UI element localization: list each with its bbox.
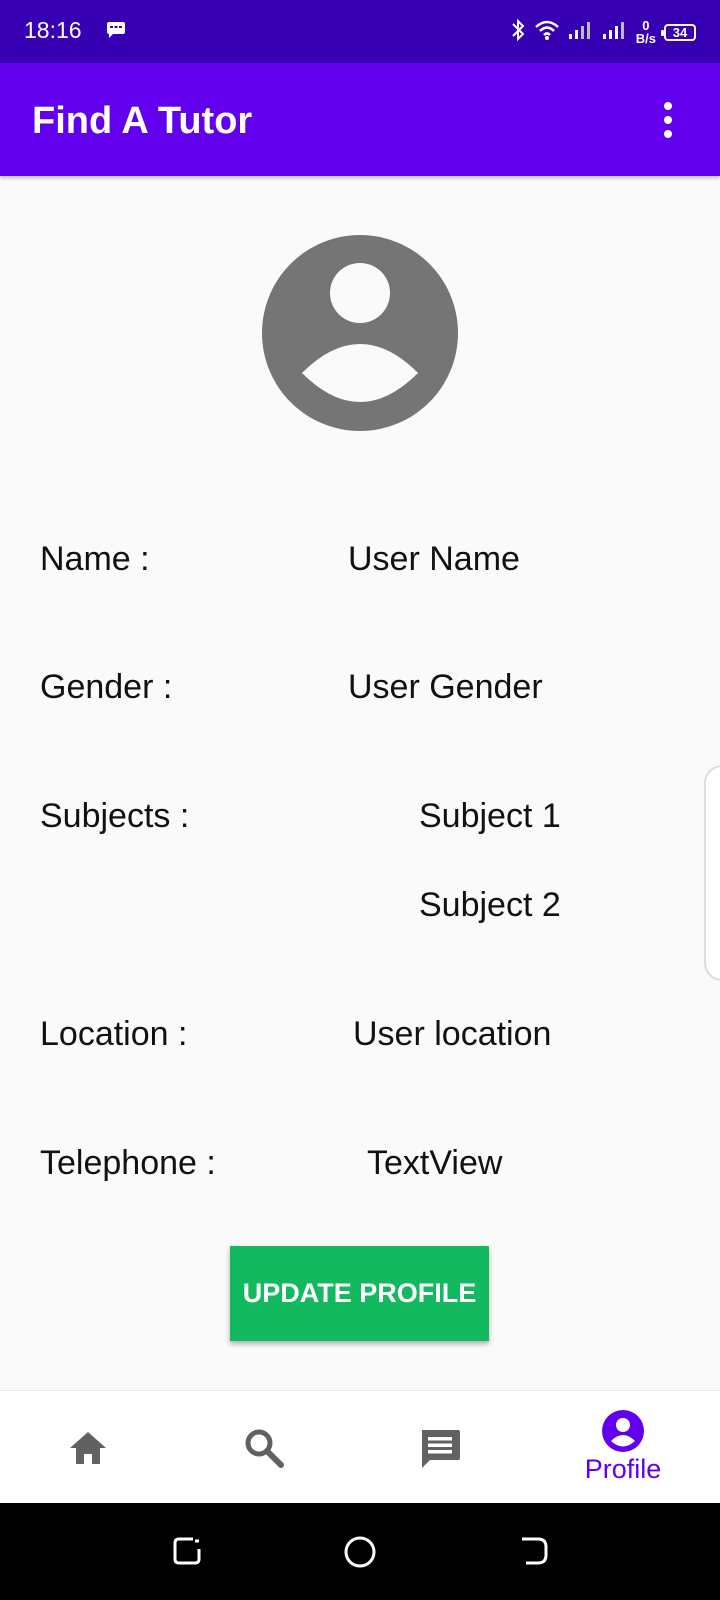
bottom-navigation: Profile bbox=[0, 1390, 720, 1504]
subject-2-value: Subject 2 bbox=[419, 886, 561, 924]
cellular-signal-2-icon bbox=[602, 20, 628, 45]
status-bar: 18:16 0 B/s 34 bbox=[0, 0, 720, 63]
back-icon[interactable] bbox=[518, 1535, 550, 1572]
search-icon bbox=[245, 1429, 284, 1468]
battery-icon: 34 bbox=[661, 23, 696, 41]
app-title: Find A Tutor bbox=[32, 100, 253, 142]
status-time: 18:16 bbox=[24, 17, 82, 43]
gender-label: Gender : bbox=[40, 668, 173, 706]
gender-value: User Gender bbox=[348, 668, 543, 706]
nav-profile-label: Profile bbox=[584, 1454, 662, 1484]
telephone-value: TextView bbox=[367, 1144, 503, 1182]
home-button-icon[interactable] bbox=[343, 1535, 377, 1574]
home-icon bbox=[70, 1431, 106, 1464]
app-bar: Find A Tutor bbox=[0, 63, 720, 176]
account-circle-icon bbox=[262, 235, 458, 431]
subject-1-value: Subject 1 bbox=[419, 797, 561, 835]
battery-level: 34 bbox=[672, 24, 688, 40]
name-value: User Name bbox=[348, 540, 520, 578]
network-speed-unit: B/s bbox=[635, 31, 656, 46]
name-label: Name : bbox=[40, 540, 150, 578]
telephone-label: Telephone : bbox=[40, 1144, 216, 1182]
network-speed: 0 B/s bbox=[636, 19, 656, 45]
edge-panel-handle[interactable] bbox=[704, 765, 720, 981]
bluetooth-icon bbox=[510, 18, 526, 47]
location-value: User location bbox=[353, 1015, 552, 1053]
recent-apps-icon[interactable] bbox=[171, 1535, 203, 1572]
message-notification-icon bbox=[107, 22, 125, 43]
nav-messages[interactable] bbox=[402, 1391, 478, 1504]
account-circle-icon bbox=[602, 1410, 644, 1452]
subjects-label: Subjects : bbox=[40, 797, 190, 835]
nav-profile[interactable]: Profile bbox=[568, 1391, 678, 1504]
system-navigation-bar bbox=[0, 1503, 720, 1600]
nav-search[interactable] bbox=[226, 1391, 302, 1504]
chat-icon bbox=[422, 1429, 460, 1468]
cellular-signal-icon bbox=[568, 20, 594, 45]
wifi-icon bbox=[534, 19, 560, 46]
overflow-menu-icon[interactable] bbox=[656, 100, 680, 140]
update-profile-button[interactable]: UPDATE PROFILE bbox=[230, 1246, 489, 1341]
nav-home[interactable] bbox=[50, 1391, 126, 1504]
location-label: Location : bbox=[40, 1015, 188, 1053]
profile-avatar[interactable] bbox=[262, 235, 458, 431]
